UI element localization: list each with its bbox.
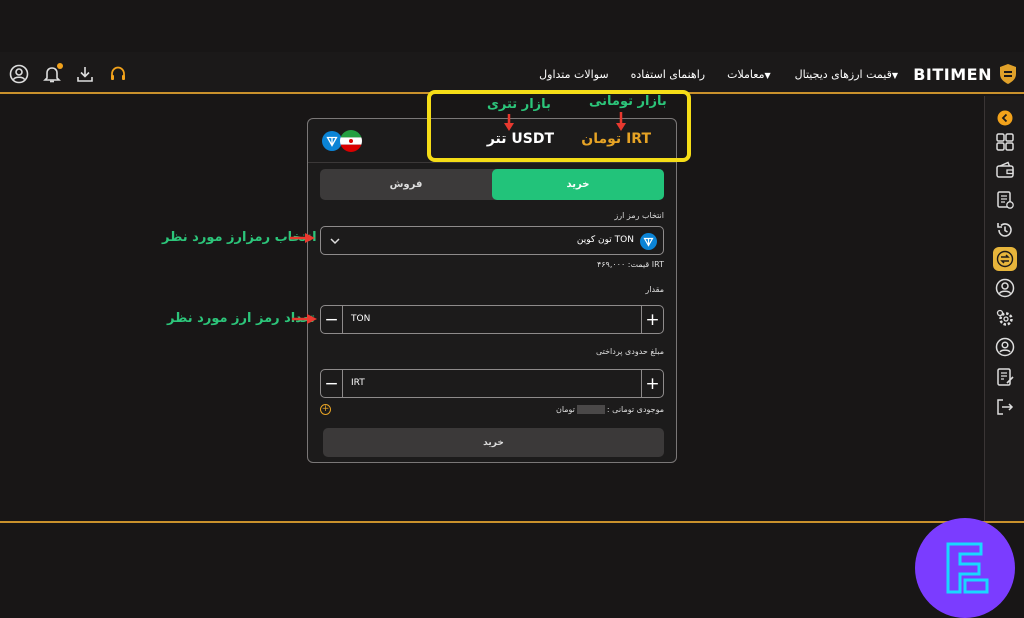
coin-price: قیمت: ۴۶۹,۰۰۰ IRT <box>596 260 664 269</box>
nav-faq[interactable]: سوالات متداول <box>539 68 608 81</box>
pay-amount-label: مبلغ حدودی پرداختی <box>596 347 664 356</box>
reports-icon[interactable] <box>993 365 1017 389</box>
main-nav: قیمت ارزهای دیجیتال▼ معاملات▼ راهنمای اس… <box>539 68 900 81</box>
nav-crypto-prices[interactable]: قیمت ارزهای دیجیتال▼ <box>795 68 900 81</box>
nav-trades[interactable]: معاملات▼ <box>727 68 773 81</box>
collapse-arrow-icon[interactable] <box>993 106 1017 130</box>
headset-support-icon[interactable] <box>107 63 129 85</box>
iran-flag-ton-icon[interactable] <box>320 129 366 153</box>
notification-bell-icon[interactable] <box>41 63 63 85</box>
pay-amount-stepper[interactable]: − IRT + <box>320 369 664 398</box>
select-coin-label: انتخاب رمز ارز <box>614 211 664 220</box>
download-icon[interactable] <box>74 63 96 85</box>
amount-minus-button[interactable]: − <box>321 306 343 333</box>
user-circle-icon[interactable] <box>8 63 30 85</box>
top-icons <box>8 63 129 85</box>
tab-sell[interactable]: فروش <box>320 169 492 200</box>
tradingfinder-logo <box>915 518 1015 618</box>
chevron-down-icon: ▼ <box>764 71 771 80</box>
amount-stepper[interactable]: − TON + <box>320 305 664 334</box>
arrow-right-icon <box>290 233 315 243</box>
exchange-icon[interactable] <box>993 247 1017 271</box>
dashboard-icon[interactable] <box>993 130 1017 154</box>
notification-dot <box>57 63 63 69</box>
logo-text: BITIMEN <box>913 64 992 84</box>
orders-icon[interactable] <box>993 188 1017 212</box>
amount-unit: TON <box>351 314 371 324</box>
right-sidebar <box>984 96 1024 521</box>
toman-balance: موجودی تومانی :تومان <box>555 405 664 414</box>
tf-logo-icon <box>946 542 989 594</box>
trade-card: تومان IRT تتر USDT خرید فروش انتخاب رمز … <box>307 118 677 463</box>
wallet-icon[interactable] <box>993 158 1017 182</box>
arrow-down-icon <box>504 114 514 131</box>
annotation-irt-market: بازار تومانی <box>589 94 667 109</box>
profile-icon[interactable] <box>993 276 1017 300</box>
chevron-down-icon <box>330 238 340 245</box>
arrow-down-icon <box>616 112 626 131</box>
toncoin-icon <box>640 233 657 250</box>
pay-unit: IRT <box>351 378 365 388</box>
footer-divider <box>0 521 1024 523</box>
buy-submit-button[interactable]: خرید <box>323 428 664 457</box>
buy-sell-tabs: خرید فروش <box>320 169 664 200</box>
tab-buy[interactable]: خرید <box>492 169 664 200</box>
logout-icon[interactable] <box>993 395 1017 419</box>
settings-icon[interactable] <box>993 306 1017 330</box>
pay-plus-button[interactable]: + <box>641 370 663 397</box>
bitimen-logo[interactable]: BITIMEN <box>913 63 1018 85</box>
selected-coin-name: تون کوین TON <box>576 235 634 245</box>
hidden-balance-value <box>576 405 605 414</box>
chevron-down-icon: ▼ <box>891 71 898 80</box>
arrow-right-icon <box>292 314 317 324</box>
referral-icon[interactable] <box>993 335 1017 359</box>
add-balance-icon[interactable]: + <box>320 404 331 415</box>
shield-logo-icon <box>1000 64 1016 84</box>
amount-plus-button[interactable]: + <box>641 306 663 333</box>
pay-minus-button[interactable]: − <box>321 370 343 397</box>
nav-guide[interactable]: راهنمای استفاده <box>631 68 705 81</box>
top-navbar: BITIMEN قیمت ارزهای دیجیتال▼ معاملات▼ را… <box>0 52 1024 94</box>
history-icon[interactable] <box>993 218 1017 242</box>
amount-label: مقدار <box>645 285 664 294</box>
annotation-usdt-market: بازار تتری <box>487 97 551 112</box>
coin-select[interactable]: تون کوین TON <box>320 226 664 255</box>
